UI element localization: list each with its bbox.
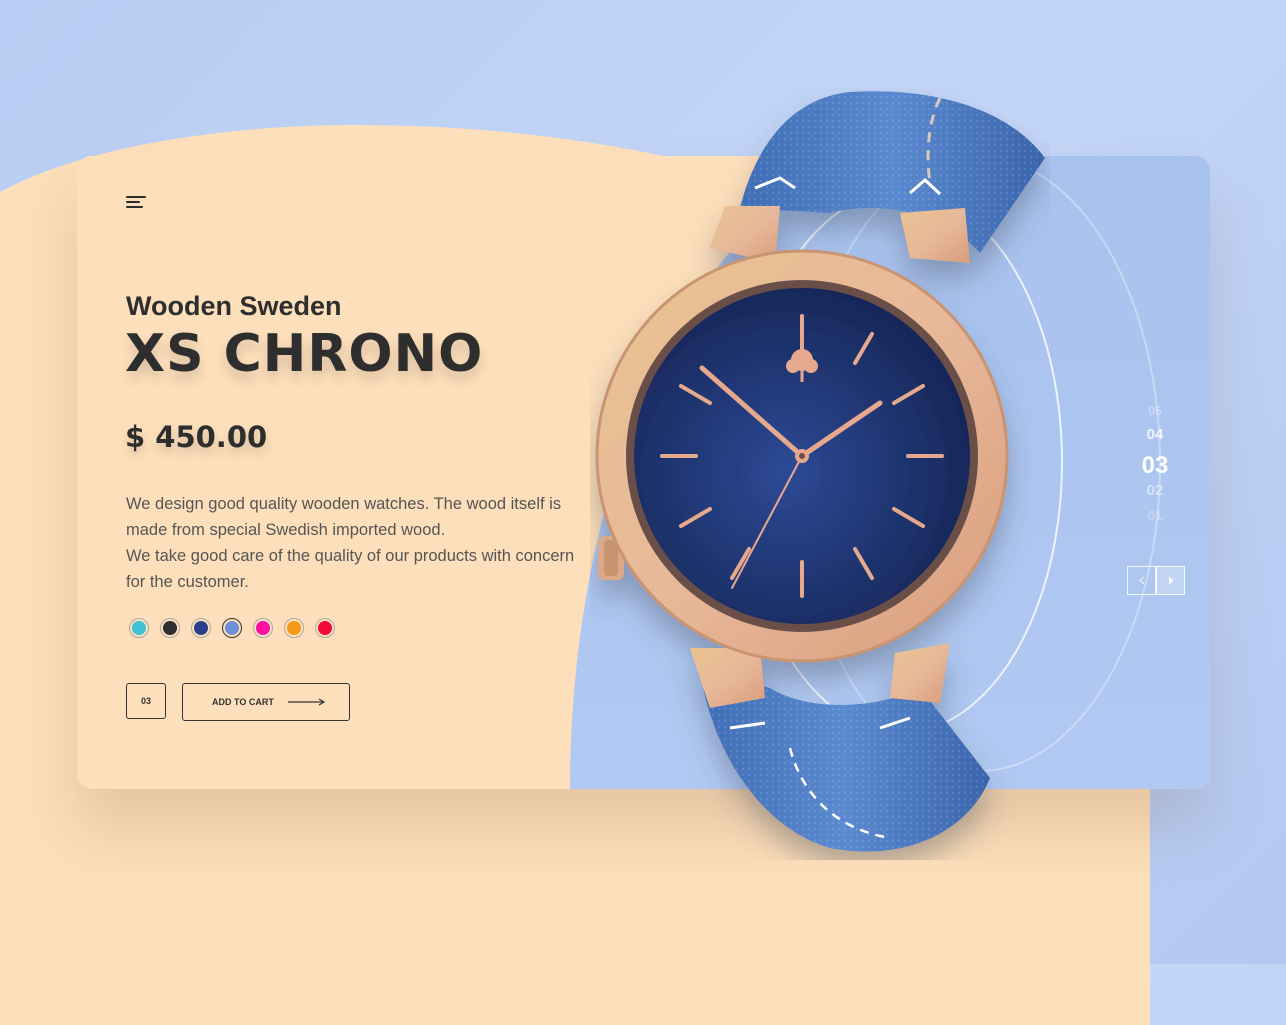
pager-item-current[interactable]: 03: [1135, 452, 1175, 482]
color-swatch-selected[interactable]: [222, 618, 242, 638]
color-swatch[interactable]: [160, 618, 180, 638]
swatch-dot: [225, 621, 239, 635]
product-price: $ 450.00: [125, 420, 268, 454]
color-swatch[interactable]: [191, 618, 211, 638]
description-line: We design good quality wooden watches. T…: [126, 495, 562, 539]
watch-product-image: [595, 91, 1045, 852]
arrow-right-icon: [287, 698, 326, 706]
color-swatch[interactable]: [315, 618, 335, 638]
swatch-dot: [194, 621, 208, 635]
next-button[interactable]: [1156, 566, 1185, 595]
color-swatch[interactable]: [253, 618, 273, 638]
color-swatch[interactable]: [129, 618, 149, 638]
quantity-box[interactable]: 03: [126, 683, 166, 719]
color-swatch[interactable]: [284, 618, 304, 638]
prev-button[interactable]: [1127, 566, 1156, 595]
pager-item[interactable]: 04: [1135, 426, 1175, 452]
swatch-dot: [256, 621, 270, 635]
chevron-left-icon: [1138, 576, 1144, 585]
product-description: We design good quality wooden watches. T…: [126, 491, 596, 595]
pager-item[interactable]: 05: [1135, 404, 1175, 426]
color-swatches: [129, 618, 335, 638]
slide-pager: 05 04 03 02 01: [1135, 404, 1175, 530]
chevron-right-icon: [1168, 576, 1173, 585]
add-to-cart-button[interactable]: ADD TO CART: [182, 683, 350, 721]
description-line: We take good care of the quality of our …: [126, 547, 575, 591]
slide-nav: [1127, 566, 1185, 595]
swatch-dot: [163, 621, 177, 635]
brand-name: Wooden Sweden: [126, 291, 342, 321]
product-title: XS CHRONO: [125, 324, 484, 384]
pager-item[interactable]: 01: [1135, 508, 1175, 530]
swatch-dot: [287, 621, 301, 635]
menu-icon[interactable]: [126, 196, 146, 210]
add-to-cart-label: ADD TO CART: [212, 697, 274, 707]
swatch-dot: [318, 621, 332, 635]
swatch-dot: [132, 621, 146, 635]
pager-item[interactable]: 02: [1135, 482, 1175, 508]
